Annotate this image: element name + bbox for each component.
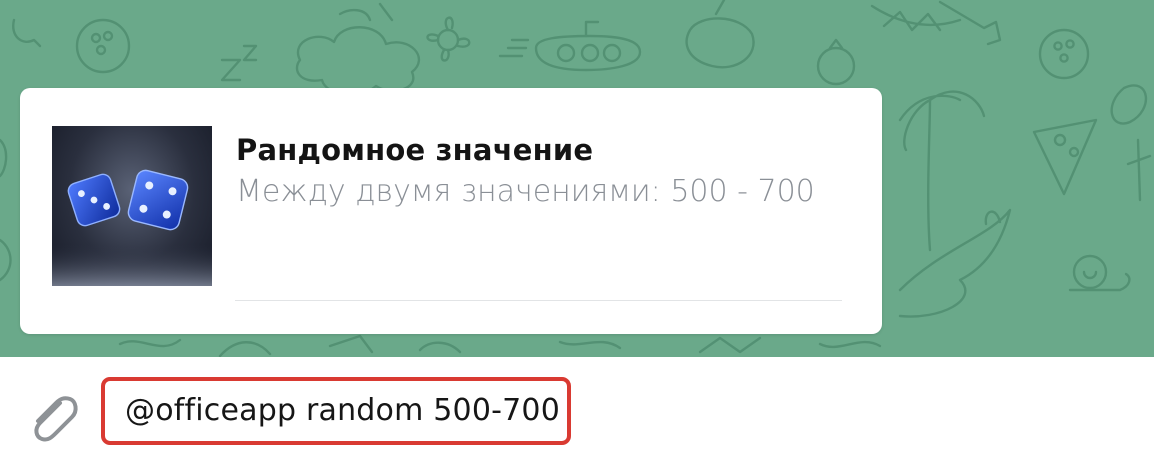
message-input[interactable]: @officeapp random 500-700	[125, 391, 560, 431]
telegram-chat-window: Рандомное значение Между двумя значениям…	[0, 0, 1154, 466]
dice-icon	[52, 126, 212, 286]
inline-result-description: Между двумя значениями: 500 - 700	[236, 174, 815, 209]
paperclip-icon	[34, 396, 78, 442]
result-divider	[235, 300, 842, 301]
inline-result-title: Рандомное значение	[236, 133, 594, 167]
attach-button[interactable]	[28, 387, 82, 445]
message-input-highlight: @officeapp random 500-700	[101, 377, 571, 445]
inline-result-item[interactable]: Рандомное значение Между двумя значениям…	[20, 88, 882, 334]
chat-background: Рандомное значение Между двумя значениям…	[0, 0, 1154, 357]
inline-results-panel: Рандомное значение Между двумя значениям…	[20, 88, 882, 334]
message-compose-bar: @officeapp random 500-700	[0, 357, 1154, 466]
